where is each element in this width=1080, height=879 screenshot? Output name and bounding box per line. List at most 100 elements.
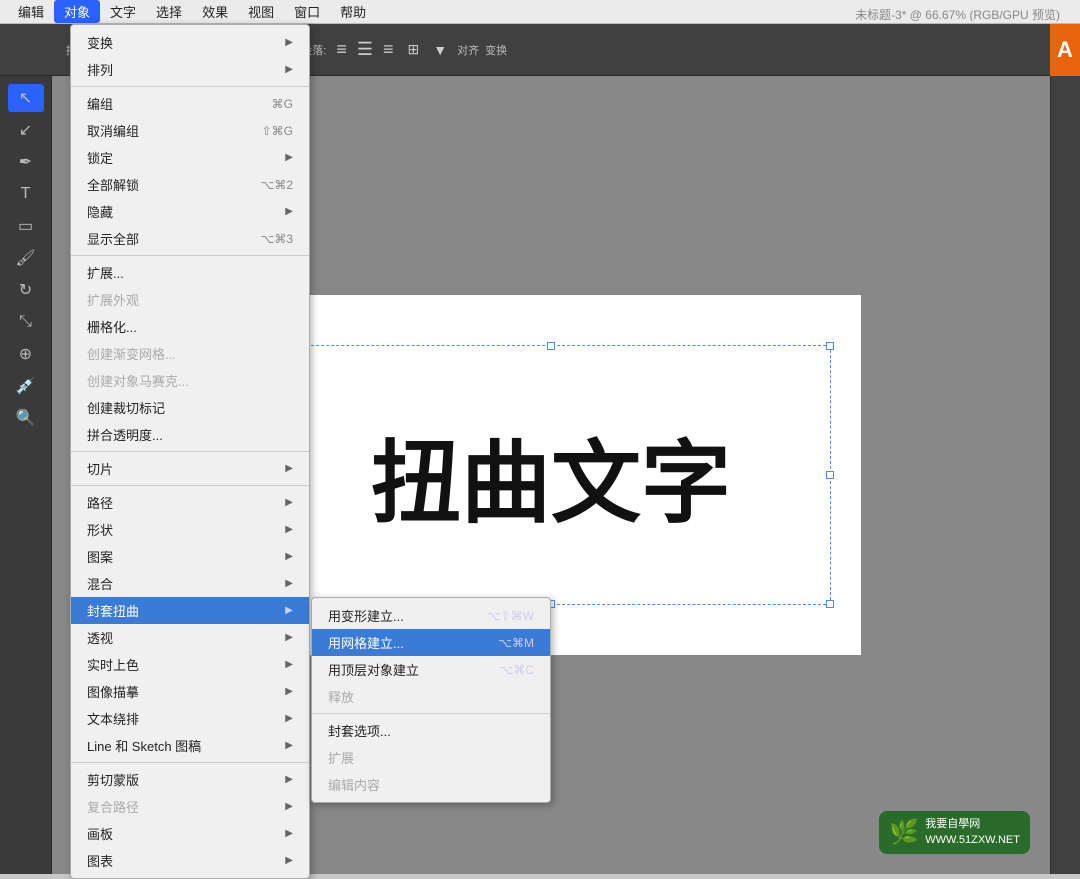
watermark-line1: 我要自學网 — [925, 817, 1020, 832]
menu-item-text-wrap-label: 文本绕排 — [87, 709, 285, 728]
left-sidebar: ↖ ↙ ✒ T ▭ 🖌 ↻ ⤡ ⊕ 💉 🔍 — [0, 76, 52, 874]
handle-middle-right[interactable] — [826, 471, 834, 479]
menu-item-unlock-all-label: 全部解锁 — [87, 175, 260, 194]
menu-item-expand-appearance-label: 扩展外观 — [87, 290, 293, 309]
menu-item-mosaic[interactable]: 创建对象马赛克... — [71, 367, 309, 394]
align-left-icon[interactable]: ≡ — [332, 37, 351, 62]
menu-item-arrange[interactable]: 排列 ▶ — [71, 56, 309, 83]
tool-eyedropper[interactable]: 💉 — [8, 372, 44, 400]
menubar-item-view[interactable]: 视图 — [238, 0, 284, 23]
menu-item-transform-label: 变换 — [87, 33, 285, 52]
submenu-item-options[interactable]: 封套选项... — [312, 717, 550, 744]
tool-type[interactable]: T — [8, 180, 44, 208]
tool-blend[interactable]: ⊕ — [8, 340, 44, 368]
menu-item-shape[interactable]: 形状 ▶ — [71, 516, 309, 543]
menubar-item-text[interactable]: 文字 — [100, 0, 146, 23]
menu-item-path[interactable]: 路径 ▶ — [71, 489, 309, 516]
menu-item-mosaic-label: 创建对象马赛克... — [87, 371, 293, 390]
submenu-item-release-label: 释放 — [328, 687, 354, 706]
menu-item-blend-label: 混合 — [87, 574, 285, 593]
menubar-item-help[interactable]: 帮助 — [330, 0, 376, 23]
submenu-item-warp[interactable]: 用变形建立... ⌥⇧⌘W — [312, 602, 550, 629]
menu-item-blend[interactable]: 混合 ▶ — [71, 570, 309, 597]
tool-direct-select[interactable]: ↙ — [8, 116, 44, 144]
tool-rotate[interactable]: ↻ — [8, 276, 44, 304]
corner-a-button[interactable]: A — [1050, 24, 1080, 76]
separator-3 — [71, 451, 309, 452]
tool-brush[interactable]: 🖌 — [8, 244, 44, 272]
handle-bottom-right[interactable] — [826, 600, 834, 608]
align-right-icon[interactable]: ≡ — [379, 37, 398, 62]
menu-item-group[interactable]: 编组 ⌘G — [71, 90, 309, 117]
menubar-item-select[interactable]: 选择 — [146, 0, 192, 23]
tool-shape[interactable]: ▭ — [8, 212, 44, 240]
menu-item-graph-arrow: ▶ — [285, 855, 293, 866]
separator-4 — [71, 485, 309, 486]
menu-item-artboard[interactable]: 画板 ▶ — [71, 820, 309, 847]
menu-item-path-label: 路径 — [87, 493, 285, 512]
menu-item-text-wrap[interactable]: 文本绕排 ▶ — [71, 705, 309, 732]
menu-item-clipping-mask[interactable]: 剪切蒙版 ▶ — [71, 766, 309, 793]
menu-item-live-paint-label: 实时上色 — [87, 655, 285, 674]
menu-item-transform-arrow: ▶ — [285, 37, 293, 48]
menu-item-live-paint[interactable]: 实时上色 ▶ — [71, 651, 309, 678]
menu-item-flatten-transparency[interactable]: 拼合透明度... — [71, 421, 309, 448]
menu-item-gradient-mesh[interactable]: 创建渐变网格... — [71, 340, 309, 367]
submenu-item-warp-label: 用变形建立... — [328, 606, 404, 625]
menu-item-shape-label: 形状 — [87, 520, 285, 539]
menubar-item-object[interactable]: 对象 — [54, 0, 100, 23]
menu-item-text-wrap-arrow: ▶ — [285, 713, 293, 724]
menubar-item-window[interactable]: 窗口 — [284, 0, 330, 23]
tool-pen[interactable]: ✒ — [8, 148, 44, 176]
tool-zoom[interactable]: 🔍 — [8, 404, 44, 432]
align-center-icon[interactable]: ☰ — [353, 37, 377, 62]
menubar-item-edit[interactable]: 编辑 — [8, 0, 54, 23]
menu-item-hide[interactable]: 隐藏 ▶ — [71, 198, 309, 225]
menu-item-perspective[interactable]: 透视 ▶ — [71, 624, 309, 651]
menu-item-slice-arrow: ▶ — [285, 463, 293, 474]
menu-item-blend-arrow: ▶ — [285, 578, 293, 589]
menu-item-ungroup[interactable]: 取消编组 ⇧⌘G — [71, 117, 309, 144]
menu-item-line-sketch[interactable]: Line 和 Sketch 图稿 ▶ — [71, 732, 309, 759]
menu-item-compound-path[interactable]: 复合路径 ▶ — [71, 793, 309, 820]
submenu-item-mesh[interactable]: 用网格建立... ⌥⌘M — [312, 629, 550, 656]
menu-item-image-trace[interactable]: 图像描摹 ▶ — [71, 678, 309, 705]
submenu-item-top-object[interactable]: 用顶层对象建立 ⌥⌘C — [312, 656, 550, 683]
tool-select[interactable]: ↖ — [8, 84, 44, 112]
menubar: 编辑 对象 文字 选择 效果 视图 窗口 帮助 未标题-3* @ 66.67% … — [0, 0, 1080, 24]
canvas-text-object: 扭曲文字 — [371, 410, 731, 540]
menu-item-pattern-label: 图案 — [87, 547, 285, 566]
menu-item-slice[interactable]: 切片 ▶ — [71, 455, 309, 482]
menu-item-lock[interactable]: 锁定 ▶ — [71, 144, 309, 171]
menu-item-hide-arrow: ▶ — [285, 206, 293, 217]
submenu-item-expand[interactable]: 扩展 — [312, 744, 550, 771]
menu-item-crop-marks[interactable]: 创建裁切标记 — [71, 394, 309, 421]
menu-item-expand-appearance[interactable]: 扩展外观 — [71, 286, 309, 313]
watermark-text: 我要自學网 WWW.51ZXW.NET — [925, 817, 1020, 848]
menu-item-transform[interactable]: 变换 ▶ — [71, 29, 309, 56]
submenu-item-release[interactable]: 释放 — [312, 683, 550, 710]
handle-top-center[interactable] — [547, 342, 555, 350]
watermark-icon: 🌿 — [889, 818, 919, 847]
menu-item-show-all[interactable]: 显示全部 ⌥⌘3 — [71, 225, 309, 252]
submenu-item-top-object-shortcut: ⌥⌘C — [500, 663, 535, 677]
menu-item-rasterize[interactable]: 栅格化... — [71, 313, 309, 340]
menu-item-group-shortcut: ⌘G — [272, 97, 293, 111]
grid-icon[interactable]: ⊞ — [404, 39, 424, 60]
menu-item-pattern[interactable]: 图案 ▶ — [71, 543, 309, 570]
menu-item-image-trace-arrow: ▶ — [285, 686, 293, 697]
menu-item-unlock-all[interactable]: 全部解锁 ⌥⌘2 — [71, 171, 309, 198]
menubar-item-effect[interactable]: 效果 — [192, 0, 238, 23]
menu-item-graph[interactable]: 图表 ▶ — [71, 847, 309, 874]
tool-scale[interactable]: ⤡ — [8, 308, 44, 336]
menu-item-expand-label: 扩展... — [87, 263, 293, 282]
menu-item-line-sketch-label: Line 和 Sketch 图稿 — [87, 736, 285, 755]
menu-item-envelope-distort-arrow: ▶ — [285, 605, 293, 616]
submenu-separator-1 — [312, 713, 550, 714]
menu-item-flatten-transparency-label: 拼合透明度... — [87, 425, 293, 444]
menu-item-envelope-distort[interactable]: 封套扭曲 ▶ 用变形建立... ⌥⇧⌘W 用网格建立... ⌥⌘M 用顶层对象建… — [71, 597, 309, 624]
menu-item-expand[interactable]: 扩展... — [71, 259, 309, 286]
dropdown-arrow-icon[interactable]: ▼ — [429, 40, 451, 60]
submenu-item-edit-contents[interactable]: 编辑内容 — [312, 771, 550, 798]
handle-top-right[interactable] — [826, 342, 834, 350]
